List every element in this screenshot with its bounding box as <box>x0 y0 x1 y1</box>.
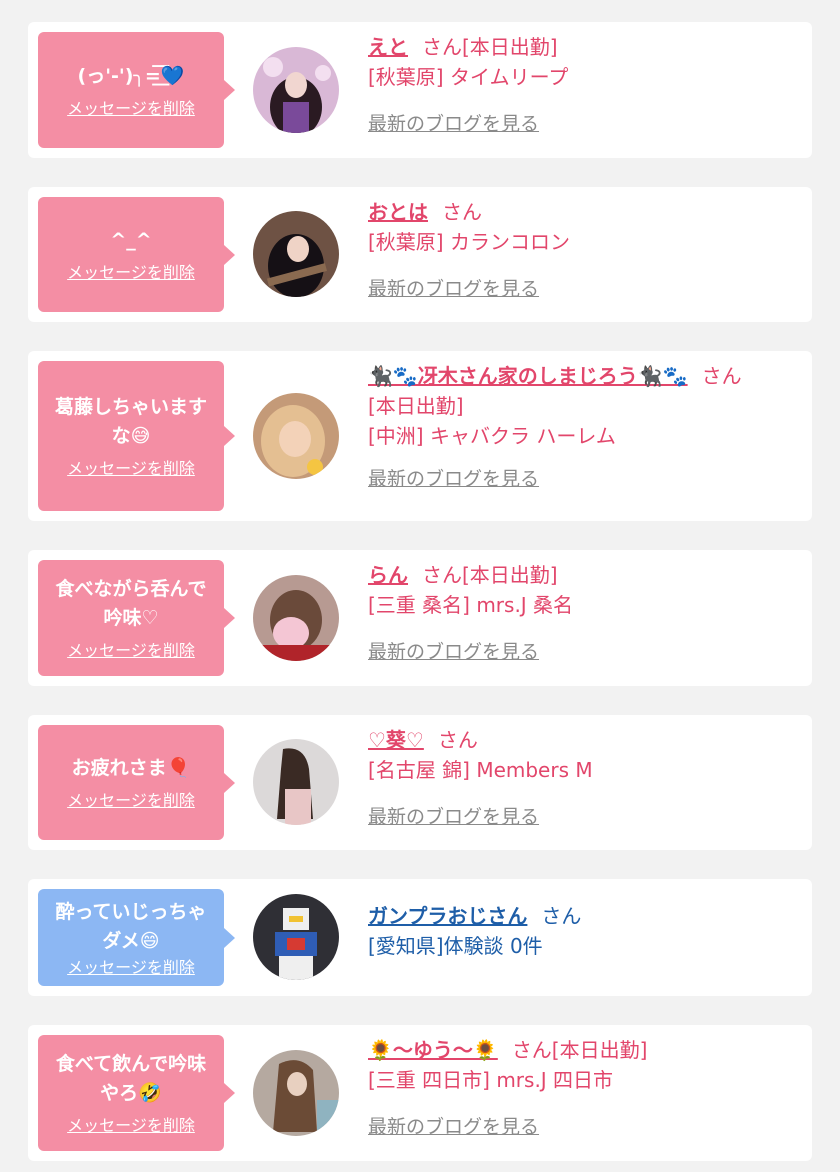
list-item: 酔っていじっちゃダメ😄 メッセージを削除 ガンプラおじさん さん [愛知県]体験談… <box>28 879 812 996</box>
shop-info: [秋葉原] タイムリープ <box>368 65 569 89</box>
latest-blog-link[interactable]: 最新のブログを見る <box>368 274 539 304</box>
profile-info: ♡葵♡ さん [名古屋 錦] Members M 最新のブログを見る <box>368 725 804 832</box>
profile-info: えと さん[本日出勤] [秋葉原] タイムリープ 最新のブログを見る <box>368 32 804 139</box>
message-bubble: ^_^ メッセージを削除 <box>38 197 235 312</box>
review-info: [愛知県]体験談 0件 <box>368 934 543 958</box>
shop-info: [三重 四日市] mrs.J 四日市 <box>368 1068 614 1092</box>
avatar[interactable] <box>253 393 339 479</box>
avatar[interactable] <box>253 1050 339 1136</box>
message-text: (っ'-')╮=͟͟͞͞💙 <box>77 64 185 87</box>
user-photo-icon <box>253 393 339 479</box>
shop-info: [三重 桑名] mrs.J 桑名 <box>368 593 574 617</box>
message-text: 食べながら呑んで吟味♡ <box>55 578 207 629</box>
robot-figure-icon <box>253 894 339 980</box>
shop-info: [秋葉原] カランコロン <box>368 230 570 254</box>
list-item: 葛藤しちゃいますな😅 メッセージを削除 🐈‍⬛🐾冴木さん家のしまじろう🐈‍⬛🐾 さ… <box>28 351 812 521</box>
user-name-link[interactable]: ガンプラおじさん <box>368 904 527 928</box>
delete-message-button[interactable]: メッセージを削除 <box>67 459 195 479</box>
user-photo-icon <box>253 1050 339 1136</box>
delete-message-button[interactable]: メッセージを削除 <box>67 1116 195 1136</box>
message-bubble: 食べて飲んで吟味やろ🤣 メッセージを削除 <box>38 1035 235 1151</box>
avatar[interactable] <box>253 211 339 297</box>
name-suffix: さん <box>541 904 582 928</box>
list-item: ^_^ メッセージを削除 おとは さん [秋葉原] カランコロン 最新のブログを見… <box>28 187 812 322</box>
message-text: 酔っていじっちゃダメ😄 <box>55 900 207 952</box>
name-suffix: さん[本日出勤] <box>422 35 558 59</box>
delete-message-button[interactable]: メッセージを削除 <box>67 263 195 283</box>
profile-info: 🌻〜ゆう〜🌻 さん[本日出勤] [三重 四日市] mrs.J 四日市 最新のブログ… <box>368 1035 804 1142</box>
message-bubble: 食べながら呑んで吟味♡ メッセージを削除 <box>38 560 235 676</box>
favorite-list: (っ'-')╮=͟͟͞͞💙 メッセージを削除 えと さん[本日出勤] [秋葉原] … <box>0 0 840 1172</box>
avatar[interactable] <box>253 47 339 133</box>
user-photo-icon <box>253 47 339 133</box>
avatar[interactable] <box>253 739 339 825</box>
shop-info: [名古屋 錦] Members M <box>368 758 593 782</box>
latest-blog-link[interactable]: 最新のブログを見る <box>368 109 539 139</box>
name-suffix: さん <box>701 364 742 388</box>
profile-info: らん さん[本日出勤] [三重 桑名] mrs.J 桑名 最新のブログを見る <box>368 560 804 667</box>
message-bubble: 酔っていじっちゃダメ😄 メッセージを削除 <box>38 889 235 986</box>
delete-message-button[interactable]: メッセージを削除 <box>67 791 195 811</box>
profile-info: おとは さん [秋葉原] カランコロン 最新のブログを見る <box>368 197 804 304</box>
girl-name-link[interactable]: ♡葵♡ <box>368 728 424 752</box>
profile-info: ガンプラおじさん さん [愛知県]体験談 0件 <box>368 901 804 961</box>
message-text: 葛藤しちゃいますな😅 <box>54 396 207 447</box>
avatar[interactable] <box>253 894 339 980</box>
message-bubble: 葛藤しちゃいますな😅 メッセージを削除 <box>38 361 235 511</box>
message-text: お疲れさま🎈 <box>71 757 191 779</box>
message-text: ^_^ <box>110 229 152 251</box>
shop-info: [中洲] キャバクラ ハーレム <box>368 424 616 448</box>
name-suffix: さん[本日出勤] <box>422 563 558 587</box>
user-photo-icon <box>253 739 339 825</box>
name-suffix: さん <box>442 200 482 224</box>
list-item: (っ'-')╮=͟͟͞͞💙 メッセージを削除 えと さん[本日出勤] [秋葉原] … <box>28 22 812 158</box>
girl-name-link[interactable]: 🌻〜ゆう〜🌻 <box>368 1038 498 1062</box>
user-photo-icon <box>253 211 339 297</box>
delete-message-button[interactable]: メッセージを削除 <box>67 641 195 661</box>
girl-name-link[interactable]: おとは <box>368 200 428 224</box>
work-status: [本日出勤] <box>368 394 464 418</box>
list-item: 食べながら呑んで吟味♡ メッセージを削除 らん さん[本日出勤] [三重 桑名] … <box>28 550 812 686</box>
latest-blog-link[interactable]: 最新のブログを見る <box>368 802 539 832</box>
delete-message-button[interactable]: メッセージを削除 <box>67 99 195 119</box>
girl-name-link[interactable]: らん <box>368 563 408 587</box>
list-item: 食べて飲んで吟味やろ🤣 メッセージを削除 🌻〜ゆう〜🌻 さん[本日出勤] [三重 … <box>28 1025 812 1161</box>
message-bubble: (っ'-')╮=͟͟͞͞💙 メッセージを削除 <box>38 32 235 148</box>
latest-blog-link[interactable]: 最新のブログを見る <box>368 1112 539 1142</box>
avatar[interactable] <box>253 575 339 661</box>
name-suffix: さん[本日出勤] <box>511 1038 648 1062</box>
message-text: 食べて飲んで吟味やろ🤣 <box>55 1053 207 1104</box>
girl-name-link[interactable]: 🐈‍⬛🐾冴木さん家のしまじろう🐈‍⬛🐾 <box>368 364 688 388</box>
user-photo-icon <box>253 575 339 661</box>
latest-blog-link[interactable]: 最新のブログを見る <box>368 464 539 494</box>
latest-blog-link[interactable]: 最新のブログを見る <box>368 637 539 667</box>
delete-message-button[interactable]: メッセージを削除 <box>67 958 195 978</box>
name-suffix: さん <box>437 728 478 752</box>
girl-name-link[interactable]: えと <box>368 35 408 59</box>
list-item: お疲れさま🎈 メッセージを削除 ♡葵♡ さん [名古屋 錦] Members M … <box>28 715 812 850</box>
message-bubble: お疲れさま🎈 メッセージを削除 <box>38 725 235 840</box>
profile-info: 🐈‍⬛🐾冴木さん家のしまじろう🐈‍⬛🐾 さん [本日出勤] [中洲] キャバクラ … <box>368 361 804 494</box>
